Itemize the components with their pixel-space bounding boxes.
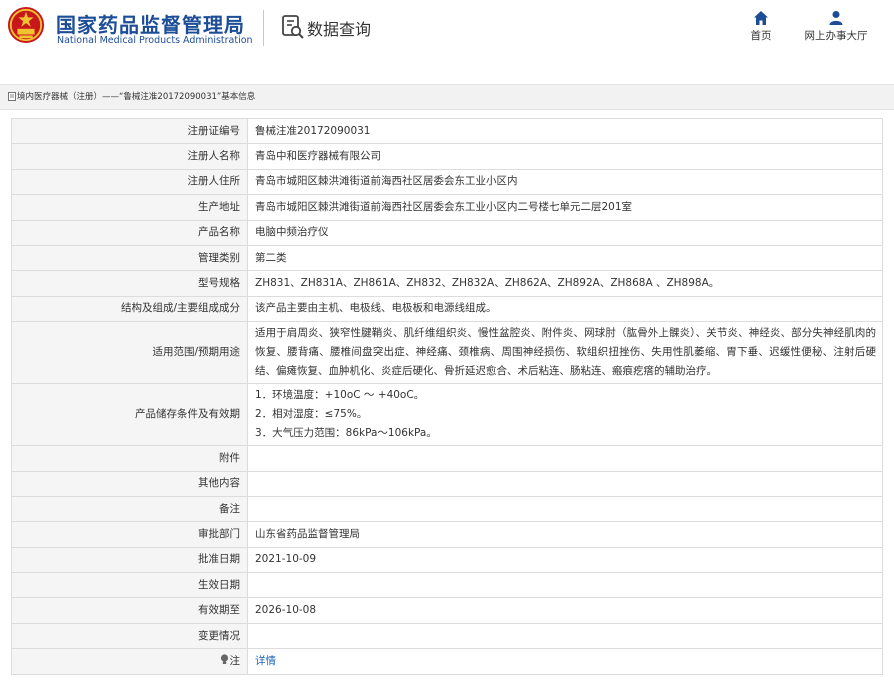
field-label: 适用范围/预期用途 — [11, 321, 248, 385]
data-query-icon — [282, 15, 304, 39]
field-label: 附件 — [11, 445, 248, 472]
breadcrumb-text[interactable]: 境内医疗器械（注册）——“鲁械注准20172090031”基本信息 — [17, 92, 255, 102]
nav-home[interactable]: 首页 — [746, 10, 776, 43]
table-row: 有效期至 2026-10-08 — [11, 597, 883, 624]
table-row: 附件 — [11, 445, 883, 472]
field-value: 鲁械注准20172090031 — [247, 117, 883, 145]
field-label: 产品名称 — [11, 219, 248, 246]
field-label: 有效期至 — [11, 597, 248, 624]
field-label: 注 — [229, 654, 241, 667]
bulb-icon — [220, 654, 228, 664]
national-emblem-icon — [7, 6, 45, 44]
field-label: 生效日期 — [11, 572, 248, 599]
field-value — [247, 572, 883, 599]
field-value: 青岛市城阳区棘洪滩街道前海西社区居委会东工业小区内 — [247, 168, 883, 196]
storage-condition-line: 1．环境温度：+10oC ～ +40oC。 — [255, 389, 425, 402]
field-value: 第二类 — [247, 244, 883, 272]
nav-online-hall-label: 网上办事大厅 — [804, 30, 868, 42]
storage-condition-line: 2．相对湿度：≤75%。 — [255, 408, 368, 421]
table-row: 注册人住所 青岛市城阳区棘洪滩街道前海西社区居委会东工业小区内 — [11, 168, 883, 196]
field-value — [247, 470, 883, 497]
details-link[interactable]: 详情 — [255, 655, 276, 667]
field-value: 2026-10-08 — [247, 597, 883, 624]
field-label: 注册人住所 — [11, 168, 248, 196]
section-title: 数据查询 — [307, 20, 372, 39]
table-row: 备注 — [11, 495, 883, 523]
field-label: 管理类别 — [11, 244, 248, 272]
table-row: 结构及组成/主要组成成分 该产品主要由主机、电极线、电极板和电源线组成。 — [11, 295, 883, 323]
field-value: ZH831、ZH831A、ZH861A、ZH832、ZH832A、ZH862A、… — [247, 270, 883, 297]
field-value — [247, 445, 883, 472]
table-row: 注册证编号 鲁械注准20172090031 — [11, 117, 883, 145]
agency-name-cn[interactable]: 国家药品监督管理局 — [56, 9, 245, 38]
table-row: 变更情况 — [11, 622, 883, 650]
field-label: 注册人名称 — [11, 143, 248, 170]
table-row: 注 详情 — [11, 648, 883, 675]
storage-condition-line: 3．大气压力范围：86kPa～106kPa。 — [255, 427, 437, 440]
field-value: 该产品主要由主机、电极线、电极板和电源线组成。 — [247, 295, 883, 323]
table-row: 其他内容 — [11, 470, 883, 497]
field-label: 结构及组成/主要组成成分 — [11, 295, 248, 323]
table-row: 型号规格 ZH831、ZH831A、ZH861A、ZH832、ZH832A、ZH8… — [11, 270, 883, 297]
nav-home-label: 首页 — [750, 30, 772, 42]
site-header: 国家药品监督管理局 National Medical Products Admi… — [0, 0, 894, 70]
home-icon — [754, 11, 768, 25]
table-row: 生产地址 青岛市城阳区棘洪滩街道前海西社区居委会东工业小区内二号楼七单元二层201… — [11, 194, 883, 221]
field-value: 青岛市城阳区棘洪滩街道前海西社区居委会东工业小区内二号楼七单元二层201室 — [247, 194, 883, 221]
field-label: 注册证编号 — [11, 117, 248, 145]
table-row: 批准日期 2021-10-09 — [11, 546, 883, 574]
table-row: 审批部门 山东省药品监督管理局 — [11, 521, 883, 548]
field-value — [247, 495, 883, 523]
field-label: 备注 — [11, 495, 248, 523]
table-row: 注册人名称 青岛中和医疗器械有限公司 — [11, 143, 883, 170]
user-icon — [829, 11, 843, 25]
field-value: 山东省药品监督管理局 — [247, 521, 883, 548]
table-row: 产品名称 电脑中频治疗仪 — [11, 219, 883, 246]
field-label: 批准日期 — [11, 546, 248, 574]
field-value: 2021-10-09 — [247, 546, 883, 574]
field-value: 电脑中频治疗仪 — [247, 219, 883, 246]
field-label: 审批部门 — [11, 521, 248, 548]
field-value: 适用于肩周炎、狭窄性腱鞘炎、肌纤维组织炎、慢性盆腔炎、附件炎、网球肘（肱骨外上髁… — [255, 327, 876, 378]
field-label: 变更情况 — [11, 622, 248, 650]
table-row: 生效日期 — [11, 572, 883, 599]
table-row: 管理类别 第二类 — [11, 244, 883, 272]
nav-online-hall[interactable]: 网上办事大厅 — [800, 10, 872, 43]
field-label: 型号规格 — [11, 270, 248, 297]
field-label: 其他内容 — [11, 470, 248, 497]
registration-detail-table: 注册证编号 鲁械注准20172090031 注册人名称 青岛中和医疗器械有限公司 注… — [11, 117, 883, 675]
agency-name-en: National Medical Products Administration — [57, 35, 253, 46]
document-icon — [8, 92, 16, 101]
field-label: 产品储存条件及有效期 — [11, 383, 248, 447]
field-value: 青岛中和医疗器械有限公司 — [247, 143, 883, 170]
field-label: 生产地址 — [11, 194, 248, 221]
table-row: 适用范围/预期用途 适用于肩周炎、狭窄性腱鞘炎、肌纤维组织炎、慢性盆腔炎、附件炎、… — [11, 321, 883, 385]
header-divider — [263, 10, 264, 46]
breadcrumb: 境内医疗器械（注册）——“鲁械注准20172090031”基本信息 — [0, 84, 894, 110]
field-value — [247, 622, 883, 650]
table-row: 产品储存条件及有效期 1．环境温度：+10oC ～ +40oC。 2．相对湿度：… — [11, 383, 883, 447]
